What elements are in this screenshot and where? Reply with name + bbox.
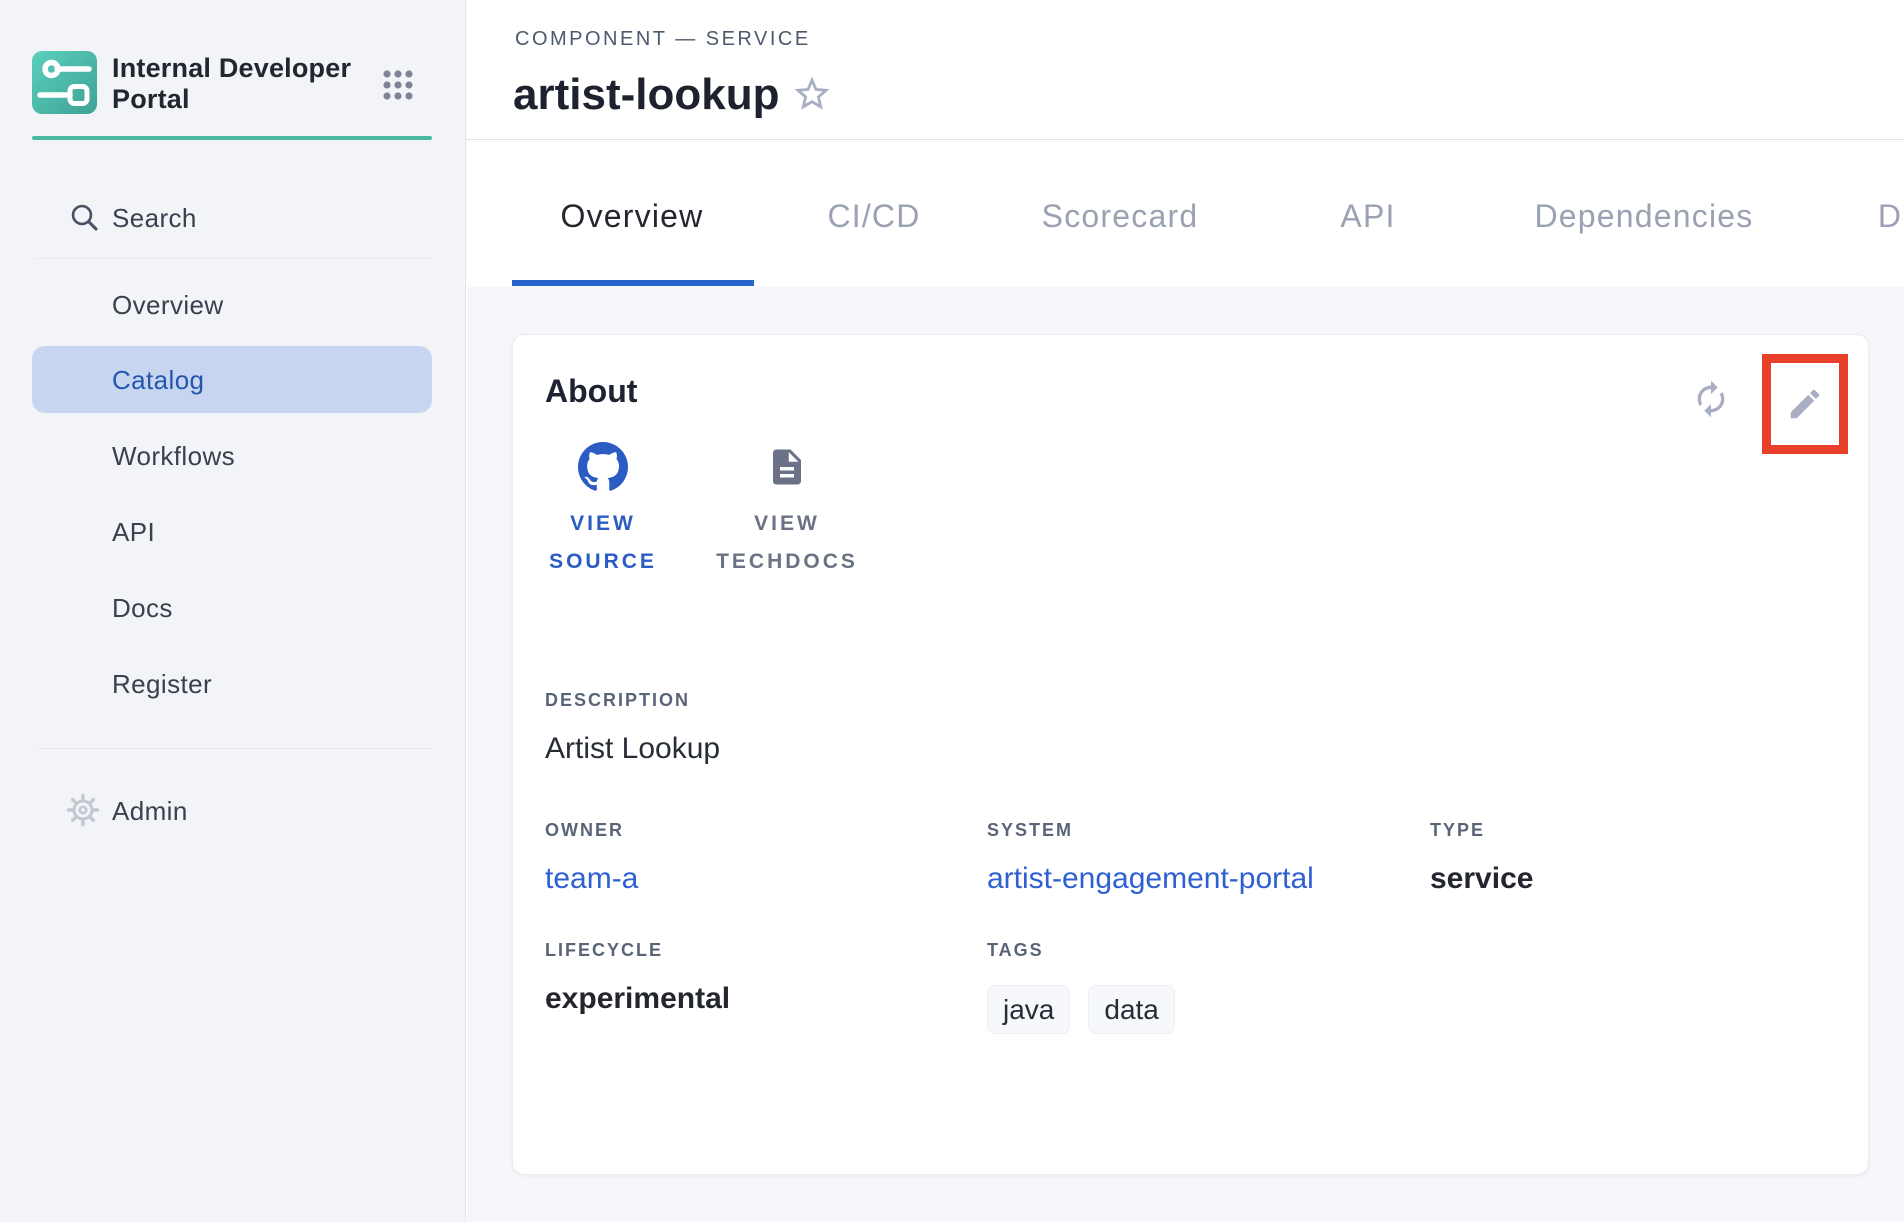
about-card-title: About (545, 372, 637, 410)
sidebar-catalog-label: Catalog (112, 365, 204, 395)
page-title: artist-lookup (513, 72, 779, 118)
sidebar-item-workflows[interactable]: Workflows (112, 441, 235, 471)
tab-overview[interactable]: Overview (561, 199, 704, 233)
tab-scorecard[interactable]: Scorecard (1042, 199, 1199, 233)
sidebar-search-label: Search (112, 203, 197, 233)
field-description-value: Artist Lookup (545, 732, 720, 766)
view-techdocs-label: VIEW TECHDOCS (712, 505, 862, 581)
apps-grid-icon[interactable] (381, 68, 415, 102)
field-lifecycle-label: LIFECYCLE (545, 941, 730, 959)
tab-dependencies[interactable]: Dependencies (1535, 199, 1754, 233)
field-owner-label: OWNER (545, 821, 638, 839)
sidebar-admin-label: Admin (112, 796, 188, 826)
view-source-link[interactable]: VIEW SOURCE (528, 439, 678, 581)
github-icon (528, 439, 678, 495)
sidebar-item-search[interactable]: Search (0, 201, 466, 247)
field-system: SYSTEM artist-engagement-portal (987, 821, 1314, 896)
field-description-label: DESCRIPTION (545, 691, 720, 709)
tab-cicd[interactable]: CI/CD (827, 199, 920, 233)
entity-tabs: Overview CI/CD Scorecard API Dependencie… (466, 141, 1904, 287)
view-techdocs-link[interactable]: VIEW TECHDOCS (712, 439, 862, 581)
field-tags: TAGS java data (987, 941, 1175, 1034)
search-icon (68, 201, 100, 233)
portal-logo-icon (32, 51, 97, 114)
tag-chip-java[interactable]: java (987, 985, 1070, 1034)
field-description: DESCRIPTION Artist Lookup (545, 691, 720, 766)
app-logo[interactable] (32, 51, 97, 114)
breadcrumb: COMPONENT — SERVICE (515, 28, 811, 51)
screen: Internal Developer Portal Search (0, 0, 1904, 1222)
system-link[interactable]: artist-engagement-portal (987, 862, 1314, 896)
field-type-value: service (1430, 862, 1533, 896)
field-type: TYPE service (1430, 821, 1533, 896)
sidebar-divider (36, 258, 432, 259)
field-system-label: SYSTEM (987, 821, 1314, 839)
sidebar-divider (36, 748, 432, 749)
tag-chip-data[interactable]: data (1088, 985, 1175, 1034)
active-tab-indicator (512, 280, 754, 286)
sidebar-item-admin[interactable]: Admin (0, 793, 466, 839)
field-type-label: TYPE (1430, 821, 1533, 839)
app-title: Internal Developer Portal (112, 53, 372, 115)
app-title-line1: Internal Developer (112, 53, 372, 84)
document-icon (712, 439, 862, 495)
gear-icon (66, 793, 100, 827)
owner-link[interactable]: team-a (545, 862, 638, 896)
tab-docs-truncated[interactable]: D (1878, 199, 1902, 233)
star-icon (791, 73, 833, 115)
field-owner: OWNER team-a (545, 821, 638, 896)
pencil-icon (1786, 385, 1824, 423)
field-lifecycle: LIFECYCLE experimental (545, 941, 730, 1016)
edit-button-highlight (1762, 354, 1848, 454)
sidebar: Internal Developer Portal Search (0, 0, 466, 1222)
sidebar-item-catalog[interactable]: Catalog (32, 346, 432, 413)
refresh-icon (1691, 379, 1731, 419)
app-title-line2: Portal (112, 84, 372, 115)
field-tags-label: TAGS (987, 941, 1175, 959)
about-card: About VIEW SOURCE (512, 334, 1869, 1175)
field-lifecycle-value: experimental (545, 982, 730, 1016)
sidebar-item-overview[interactable]: Overview (112, 290, 224, 320)
edit-button[interactable] (1786, 385, 1824, 423)
tag-chips: java data (987, 985, 1175, 1034)
sidebar-brand-rule (32, 136, 432, 140)
refresh-button[interactable] (1691, 379, 1731, 419)
sidebar-item-docs[interactable]: Docs (112, 593, 173, 623)
sidebar-item-register[interactable]: Register (112, 669, 212, 699)
favorite-star-button[interactable] (791, 73, 833, 115)
sidebar-item-api[interactable]: API (112, 517, 155, 547)
view-source-label: VIEW SOURCE (528, 505, 678, 581)
tab-api[interactable]: API (1340, 199, 1395, 233)
